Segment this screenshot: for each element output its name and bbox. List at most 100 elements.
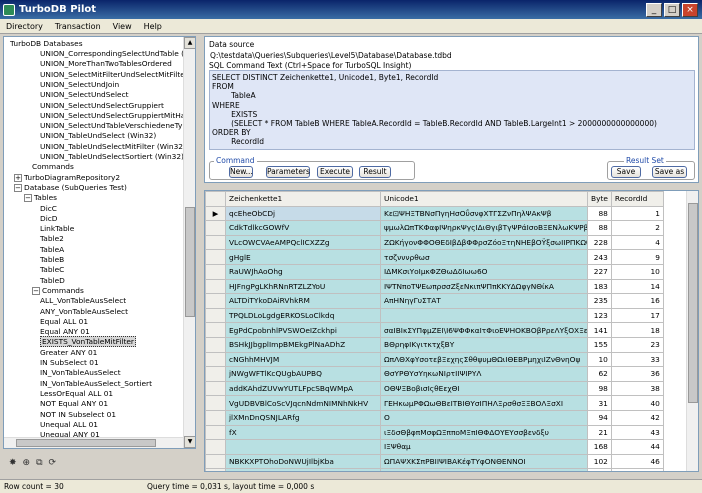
table-cell[interactable]: ΒΘρηφΙΚγιτκτχξΒΥ — [380, 336, 588, 353]
tree-item[interactable]: − Database (SubQueries Test) — [14, 183, 127, 193]
table-cell[interactable]: ΙΨΤΝποΤΨΕωπρσσΖξεΝκιπΨΠπΚΚΥΔΩφγΝΘίκΑ — [380, 278, 588, 295]
row-header[interactable] — [205, 424, 226, 441]
table-row[interactable]: ▶ qcEheObCDj Κε⊡ΨΗΞΤΒΝσΠγηΗσΟΰσνφΧΤΓΣΖνΠηλ… — [205, 205, 664, 222]
menu-transaction[interactable]: Transaction — [49, 22, 107, 31]
table-cell[interactable]: jlXMnDnQSNJLARfg — [225, 409, 381, 426]
table-cell[interactable]: BSHkJJbgplImpBMEkgPlNaADhZ — [225, 336, 381, 353]
tree-item[interactable]: UNION_SelectUndSelectGruppiertMitHavin — [40, 111, 195, 121]
table-cell[interactable]: 123 — [587, 307, 612, 324]
table-cell[interactable]: CdkTdlkcGOWfV — [225, 220, 381, 236]
table-cell[interactable]: 44 — [610, 439, 664, 455]
table-cell[interactable] — [225, 439, 381, 455]
table-cell[interactable] — [380, 307, 588, 324]
table-cell[interactable]: 98 — [587, 380, 612, 397]
table-cell[interactable]: 33 — [610, 351, 664, 368]
table-row[interactable]: ΙΞΨθαμ 168 44 — [205, 439, 664, 455]
row-header[interactable] — [205, 234, 226, 251]
tree-item[interactable]: DicD — [40, 214, 58, 224]
tree-item[interactable]: Unequal ALL 01 — [40, 420, 98, 430]
tree-item[interactable]: − Tables — [24, 193, 57, 203]
tree-item[interactable]: IN_VonTableAusSelect — [40, 368, 121, 378]
save-button[interactable]: Save — [611, 166, 641, 178]
table-cell[interactable]: 48 — [610, 468, 664, 471]
row-header[interactable] — [205, 380, 226, 397]
table-cell[interactable]: 46 — [610, 453, 664, 470]
table-cell[interactable]: jNWgWFTlKcQUgbAUPBQ — [225, 366, 381, 382]
table-cell[interactable]: VLcOWCVAeAMPQclICXZZg — [225, 234, 381, 251]
table-cell[interactable]: 16 — [610, 293, 664, 309]
table-row[interactable]: addKAhdZUVwYUTLFpcSBqWMpA ΟΘΨΞΒοβισΙςθΕεχ… — [205, 380, 664, 397]
table-cell[interactable]: Ο — [380, 409, 588, 426]
column-header-byte[interactable]: Byte — [587, 191, 612, 207]
table-cell[interactable]: 228 — [587, 234, 612, 251]
table-cell[interactable]: 227 — [587, 263, 612, 280]
table-cell[interactable]: 40 — [610, 395, 664, 411]
table-cell[interactable]: 1 — [610, 205, 664, 222]
table-cell[interactable]: τσζνννρθωσ — [380, 249, 588, 265]
tree-item[interactable]: UNION_SelectUndSelect — [40, 90, 129, 100]
row-header[interactable] — [205, 409, 226, 426]
table-cell[interactable]: Κε⊡ΨΗΞΤΒΝσΠγηΗσΟΰσνφΧΤΓΣΖνΠηλΨΑκΨβ — [380, 205, 588, 222]
table-cell[interactable]: 174 — [587, 468, 612, 471]
tree-item[interactable]: UNION_SelectMitFilterUndSelectMitFilter — [40, 70, 188, 80]
row-header[interactable] — [205, 278, 226, 295]
minimize-button[interactable]: _ — [646, 2, 662, 17]
table-row[interactable]: TPQLDLoLgdgERKOSLoClkdq 123 17 — [205, 307, 664, 324]
table-row[interactable]: jNWgWFTlKcQUgbAUPBQ ΘσΥΡΘΥσΥηκωΝΙρτΙΙΨΙΡΥ… — [205, 366, 664, 382]
table-row[interactable]: EgPdCpobnhlPVSWOeIZckhpi σαΙΒΙκΣΥΠφμΖΕΙ\Ι… — [205, 322, 664, 338]
parameters-button[interactable]: Parameters — [266, 166, 310, 178]
table-cell[interactable]: ΘσΥΡΘΥσΥηκωΝΙρτΙΙΨΙΡΥΛ — [380, 366, 588, 382]
table-cell[interactable]: EgPdCpobnhlPVSWOeIZckhpi — [225, 322, 381, 338]
table-cell[interactable]: fX — [225, 424, 381, 441]
scroll-down-icon[interactable]: ▼ — [184, 436, 195, 448]
add-icon[interactable]: ⊕ — [23, 458, 31, 468]
table-row[interactable]: fX ιΞδσΘβφπΜσφΩΞπποΜΞπΙΘΦΔΟΥΕΥσσβενδξυ 21 4… — [205, 424, 664, 441]
table-cell[interactable]: TPQLDLoLgdgERKOSLoClkdq — [225, 307, 381, 324]
table-cell[interactable]: cNGhhMHVJM — [225, 351, 381, 368]
tree-item[interactable]: NOT Equal ANY 01 — [40, 399, 108, 409]
table-cell[interactable]: 155 — [587, 336, 612, 353]
table-cell[interactable]: ΙΔΜΚσιΥοΙμκΦΖΘωΔδΙωω6Ο — [380, 263, 588, 280]
table-row[interactable]: VLcOWCVAeAMPQclICXZZg ΖΩΚήγονΦΦΟΘΕδΙβΔβΦΦ… — [205, 234, 664, 251]
grid-vertical-scrollbar[interactable] — [686, 191, 698, 471]
table-cell[interactable]: 94 — [587, 409, 612, 426]
table-cell[interactable]: 9 — [610, 249, 664, 265]
tree-item[interactable]: UNION_SelectUndSelectGruppiert — [40, 101, 164, 111]
tree-item[interactable]: TableD — [40, 276, 65, 286]
table-cell[interactable]: qcEheObCDj — [225, 205, 381, 222]
tree-item[interactable]: UNION_SelectUndTableVerschiedeneType — [40, 121, 192, 131]
menu-help[interactable]: Help — [138, 22, 168, 31]
table-cell[interactable]: 36 — [610, 366, 664, 382]
save-as-button[interactable]: Save as — [652, 166, 687, 178]
collapse-icon[interactable]: − — [32, 286, 40, 295]
table-cell[interactable]: ΩΠΑΨΧΚΣπΡΒΙΙΨΙΒΑΚέφΤΥφΟΝΘΕΝΝΟΙ — [380, 453, 588, 470]
table-cell[interactable]: 141 — [587, 322, 612, 338]
tree-item[interactable]: LessOrEqual ALL 01 — [40, 389, 113, 399]
table-cell[interactable]: ψμωλΩπΤΚΦαφΙΨηρκΨγςΙΔιΘγιβΤγΨΡάΙσοΒΞΕΝλω… — [380, 220, 588, 236]
tree-item[interactable]: LinkTable — [40, 224, 74, 234]
table-cell[interactable]: 38 — [610, 380, 664, 397]
table-cell[interactable]: 168 — [587, 439, 612, 455]
tree-item[interactable]: DicC — [40, 204, 57, 214]
table-cell[interactable]: VgUDBVBlCoScVJqcnNdmNIMNhNkHV — [225, 395, 381, 411]
copy-icon[interactable]: ⧉ — [36, 458, 42, 468]
menu-view[interactable]: View — [107, 22, 138, 31]
table-cell[interactable]: ΟΘΨΞΒοβισΙςθΕεχΘΙ — [380, 380, 588, 397]
tree-item[interactable]: Equal ALL 01 — [40, 317, 88, 327]
maximize-button[interactable]: □ — [664, 2, 680, 17]
row-header[interactable] — [205, 336, 226, 353]
table-row[interactable]: NBKKXPTOhoDoNWUjIlbjKba ΩΠΑΨΧΚΣπΡΒΙΙΨΙΒΑΚ… — [205, 453, 664, 470]
table-cell[interactable]: ΑπΗΝηγΓυΣΤΑΤ — [380, 293, 588, 309]
table-cell[interactable]: ΙΞΨθαμ — [380, 439, 588, 455]
table-row[interactable]: cNGhhMHVJM ΩπΛΘΧφΥσοτεβΞεχηςΣθθψυμΘΩιΙΘΕΒ… — [205, 351, 664, 368]
row-header[interactable] — [205, 453, 226, 470]
table-cell[interactable]: 88 — [587, 205, 612, 222]
row-header[interactable] — [205, 439, 226, 455]
table-row[interactable]: ALTDiTYkoDAiRVhkRM ΑπΗΝηγΓυΣΤΑΤ 235 16 — [205, 293, 664, 309]
table-cell[interactable]: 21 — [587, 424, 612, 441]
table-cell[interactable]: ALTDiTYkoDAiRVhkRM — [225, 293, 381, 309]
table-cell[interactable]: 42 — [610, 409, 664, 426]
table-cell[interactable]: 14 — [610, 278, 664, 295]
close-button[interactable]: × — [682, 2, 698, 17]
scroll-thumb[interactable] — [185, 207, 195, 317]
